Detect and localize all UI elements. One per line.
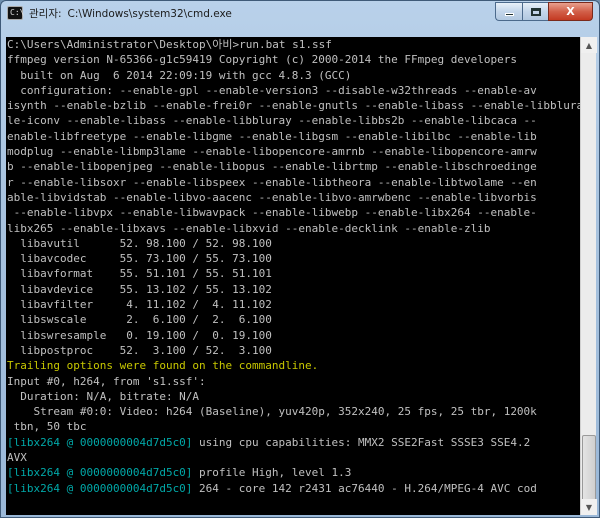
- vertical-scrollbar[interactable]: ▲ ▼: [580, 37, 597, 515]
- console-line: libavformat 55. 51.101 / 55. 51.101: [6, 266, 580, 281]
- arrow-up-icon: ▲: [585, 40, 593, 50]
- console-line: able-libvidstab --enable-libvo-aacenc --…: [6, 190, 580, 205]
- console-line-text: able-libvidstab --enable-libvo-aacenc --…: [7, 190, 537, 204]
- cmd-window: C:\ 관리자: C:\Windows\system32\cmd.exe X C:…: [0, 0, 600, 518]
- console-line-text: C:\Users\Administrator\Desktop\아비>run.ba…: [7, 38, 332, 51]
- console-line-text: le-iconv --enable-libass --enable-libblu…: [7, 114, 537, 128]
- console-line-text: enable-libfreetype --enable-libgme --ena…: [7, 129, 537, 143]
- console-line-text: libavformat 55. 51.101 / 55. 51.101: [7, 267, 272, 281]
- maximize-icon: [530, 7, 541, 16]
- title-prefix: 관리자:: [29, 7, 62, 20]
- console-line: Duration: N/A, bitrate: N/A: [6, 389, 580, 404]
- window-title: 관리자: C:\Windows\system32\cmd.exe: [29, 6, 232, 21]
- console-line-text: libswscale 2. 6.100 / 2. 6.100: [7, 313, 272, 327]
- console-line: modplug --enable-libmp3lame --enable-lib…: [6, 144, 580, 159]
- console-line-text: --enable-libvpx --enable-libwavpack --en…: [7, 206, 537, 220]
- console-line-text: profile High, level 1.3: [192, 466, 352, 480]
- console-line: libavutil 52. 98.100 / 52. 98.100: [6, 236, 580, 251]
- console-line: libavcodec 55. 73.100 / 55. 73.100: [6, 251, 580, 266]
- console-line: --enable-libvpx --enable-libwavpack --en…: [6, 205, 580, 220]
- console-line-text: AVX: [7, 451, 27, 465]
- window-controls: X: [495, 2, 593, 21]
- console-line: libswresample 0. 19.100 / 0. 19.100: [6, 328, 580, 343]
- console-line: le-iconv --enable-libass --enable-libblu…: [6, 113, 580, 128]
- console-line-text: libpostproc 52. 3.100 / 52. 3.100: [7, 343, 272, 357]
- console-line-text: Input #0, h264, from 's1.ssf':: [7, 374, 206, 388]
- arrow-down-icon: ▼: [585, 502, 593, 512]
- console-line: libavdevice 55. 13.102 / 55. 13.102: [6, 282, 580, 297]
- console-line: tbn, 50 tbc: [6, 419, 580, 434]
- console-line-text: Trailing options were found on the comma…: [7, 359, 319, 373]
- log-tag: [libx264 @ 0000000004d7d5c0]: [7, 481, 193, 495]
- console-line-text: built on Aug 6 2014 22:09:19 with gcc 4.…: [7, 68, 352, 82]
- console-line-text: b --enable-libopenjpeg --enable-libopus …: [7, 160, 537, 174]
- console-line: enable-libfreetype --enable-libgme --ena…: [6, 129, 580, 144]
- console-line: b --enable-libopenjpeg --enable-libopus …: [6, 159, 580, 174]
- console-line: [libx264 @ 0000000004d7d5c0] 264 - core …: [6, 481, 580, 496]
- console-line: r --enable-libsoxr --enable-libspeex --e…: [6, 175, 580, 190]
- console-line: Input #0, h264, from 's1.ssf':: [6, 374, 580, 389]
- console-line-text: Duration: N/A, bitrate: N/A: [7, 389, 200, 403]
- close-icon: X: [566, 5, 575, 18]
- scroll-down-button[interactable]: ▼: [581, 499, 597, 515]
- maximize-button[interactable]: [522, 2, 548, 21]
- console-line-text: using cpu capabilities: MMX2 SSE2Fast SS…: [192, 435, 531, 449]
- console-line: configuration: --enable-gpl --enable-ver…: [6, 83, 580, 98]
- console-line: [libx264 @ 0000000004d7d5c0] profile Hig…: [6, 465, 580, 480]
- cmd-app-icon[interactable]: C:\: [7, 6, 24, 20]
- console-line-text: isynth --enable-bzlib --enable-frei0r --…: [7, 99, 580, 113]
- console-line: C:\Users\Administrator\Desktop\아비>run.ba…: [6, 37, 580, 52]
- scroll-up-button[interactable]: ▲: [581, 37, 597, 53]
- log-tag: [libx264 @ 0000000004d7d5c0]: [7, 466, 193, 480]
- minimize-button[interactable]: [495, 2, 522, 21]
- console-line-text: r --enable-libsoxr --enable-libspeex --e…: [7, 175, 537, 189]
- console-line: libswscale 2. 6.100 / 2. 6.100: [6, 312, 580, 327]
- minimize-icon: [504, 13, 514, 16]
- console-line: libavfilter 4. 11.102 / 4. 11.102: [6, 297, 580, 312]
- title-bar[interactable]: C:\ 관리자: C:\Windows\system32\cmd.exe X: [1, 1, 599, 25]
- console-line-text: libswresample 0. 19.100 / 0. 19.100: [7, 328, 272, 342]
- console-line-text: libx265 --enable-libxavs --enable-libxvi…: [7, 221, 491, 235]
- close-button[interactable]: X: [548, 2, 593, 21]
- console-line: Stream #0:0: Video: h264 (Baseline), yuv…: [6, 404, 580, 419]
- console-output[interactable]: C:\Users\Administrator\Desktop\아비>run.ba…: [6, 37, 580, 515]
- console-line: libx265 --enable-libxavs --enable-libxvi…: [6, 221, 580, 236]
- console-line: libpostproc 52. 3.100 / 52. 3.100: [6, 343, 580, 358]
- console-line-text: modplug --enable-libmp3lame --enable-lib…: [7, 145, 537, 159]
- console-line-text: ffmpeg version N-65366-g1c59419 Copyrigh…: [7, 53, 517, 67]
- console-line: built on Aug 6 2014 22:09:19 with gcc 4.…: [6, 68, 580, 83]
- console-line-text: libavfilter 4. 11.102 / 4. 11.102: [7, 298, 272, 312]
- console-line-text: Stream #0:0: Video: h264 (Baseline), yuv…: [7, 405, 537, 419]
- title-path: C:\Windows\system32\cmd.exe: [67, 7, 232, 20]
- console-line-text: libavdevice 55. 13.102 / 55. 13.102: [7, 282, 272, 296]
- console-line-text: tbn, 50 tbc: [7, 420, 87, 434]
- console-line-text: configuration: --enable-gpl --enable-ver…: [7, 83, 537, 97]
- console-line: isynth --enable-bzlib --enable-frei0r --…: [6, 98, 580, 113]
- console-line: ffmpeg version N-65366-g1c59419 Copyrigh…: [6, 52, 580, 67]
- console-line-text: libavutil 52. 98.100 / 52. 98.100: [7, 236, 272, 250]
- console-line: AVX: [6, 450, 580, 465]
- console-line-text: libavcodec 55. 73.100 / 55. 73.100: [7, 252, 272, 266]
- console-line: [libx264 @ 0000000004d7d5c0] using cpu c…: [6, 435, 580, 450]
- console-line-text: 264 - core 142 r2431 ac76440 - H.264/MPE…: [192, 481, 537, 495]
- log-tag: [libx264 @ 0000000004d7d5c0]: [7, 435, 193, 449]
- console-line: Trailing options were found on the comma…: [6, 358, 580, 373]
